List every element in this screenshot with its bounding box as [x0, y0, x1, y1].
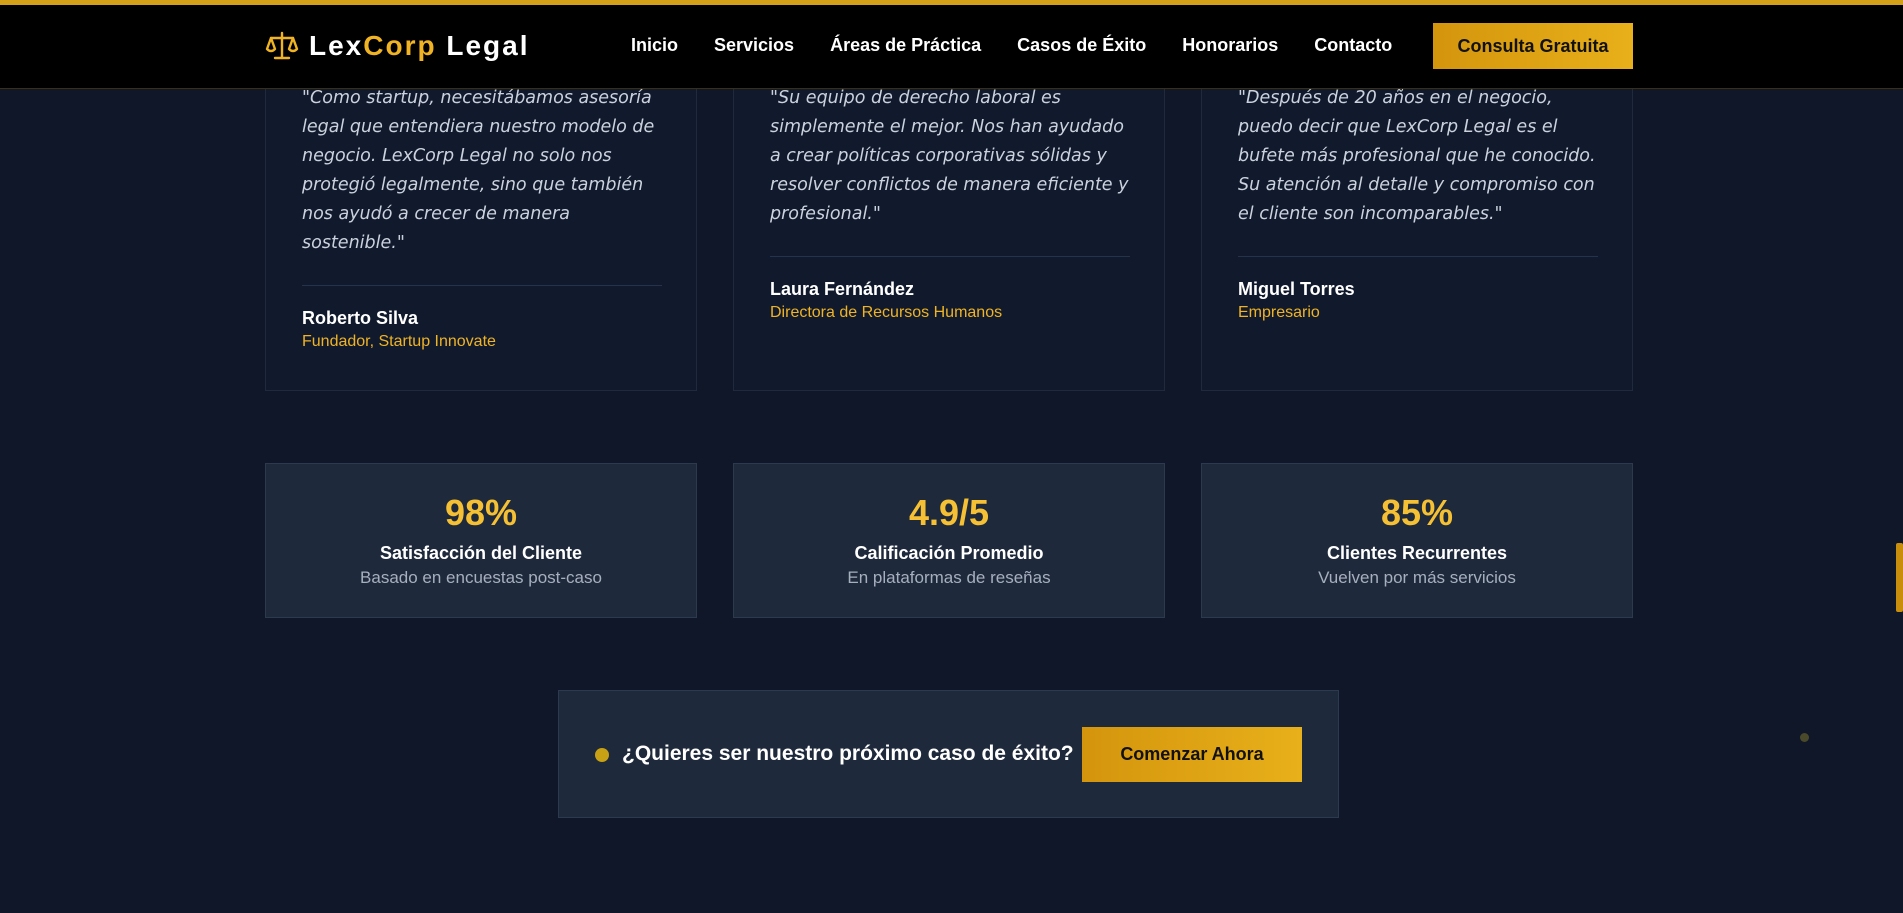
testimonial-name: Miguel Torres	[1238, 279, 1355, 299]
stat-subtitle: Basado en encuestas post-caso	[360, 568, 602, 587]
logo-text: LexCorp Legal	[309, 30, 530, 62]
stat-subtitle: En plataformas de reseñas	[847, 568, 1051, 587]
start-now-button[interactable]: Comenzar Ahora	[1082, 727, 1302, 782]
free-consultation-button[interactable]: Consulta Gratuita	[1433, 23, 1633, 69]
stat-subtitle: Vuelven por más servicios	[1318, 568, 1516, 587]
testimonial-role: Fundador, Startup Innovate	[302, 333, 496, 350]
scales-of-justice-icon	[265, 31, 299, 60]
cta-banner: ¿Quieres ser nuestro próximo caso de éxi…	[558, 690, 1339, 818]
stat-card: 98% Satisfacción del Cliente Basado en e…	[265, 463, 697, 618]
logo-prefix: Lex	[309, 30, 364, 61]
site-header: LexCorp Legal Inicio Servicios Áreas de …	[0, 5, 1903, 89]
top-accent-bar	[0, 0, 1903, 5]
testimonial-quote: "Su equipo de derecho laboral es simplem…	[770, 88, 1129, 224]
stat-card: 4.9/5 Calificación Promedio En plataform…	[733, 463, 1165, 618]
testimonial-card: "Su equipo de derecho laboral es simplem…	[733, 40, 1165, 391]
logo[interactable]: LexCorp Legal	[265, 29, 530, 63]
testimonial-card: "Como startup, necesitábamos asesoría le…	[265, 40, 697, 391]
scrollbar-thumb[interactable]	[1896, 543, 1903, 612]
testimonial-name: Laura Fernández	[770, 279, 915, 299]
stat-label: Clientes Recurrentes	[1326, 543, 1508, 563]
stat-value: 4.9/5	[908, 492, 990, 533]
stat-value: 85%	[1380, 492, 1454, 533]
bullet-dot-icon	[595, 748, 609, 762]
testimonial-quote: "Como startup, necesitábamos asesoría le…	[302, 88, 655, 253]
stat-label: Satisfacción del Cliente	[379, 543, 583, 563]
testimonial-role: Directora de Recursos Humanos	[770, 304, 1003, 321]
divider	[1238, 256, 1598, 257]
logo-suffix: Legal	[436, 30, 530, 61]
cta-text: ¿Quieres ser nuestro próximo caso de éxi…	[622, 742, 1074, 765]
stat-card: 85% Clientes Recurrentes Vuelven por más…	[1201, 463, 1633, 618]
testimonial-name: Roberto Silva	[302, 308, 419, 328]
nav-servicios[interactable]: Servicios	[714, 35, 794, 56]
divider	[770, 256, 1130, 257]
testimonial-quote: "Después de 20 años en el negocio, puedo…	[1238, 88, 1596, 224]
stat-value: 98%	[444, 492, 518, 533]
nav-contacto[interactable]: Contacto	[1314, 35, 1392, 56]
nav-areas-de-practica[interactable]: Áreas de Práctica	[830, 35, 981, 56]
stat-label: Calificación Promedio	[854, 543, 1044, 563]
nav-casos-de-exito[interactable]: Casos de Éxito	[1017, 35, 1146, 56]
testimonial-card: "Después de 20 años en el negocio, puedo…	[1201, 40, 1633, 391]
testimonial-role: Empresario	[1238, 304, 1320, 321]
floating-dot-icon	[1800, 733, 1809, 742]
nav-honorarios[interactable]: Honorarios	[1182, 35, 1278, 56]
main-nav: Inicio Servicios Áreas de Práctica Casos…	[631, 35, 1428, 56]
nav-inicio[interactable]: Inicio	[631, 35, 678, 56]
divider	[302, 285, 662, 286]
logo-accent: Corp	[363, 30, 437, 61]
